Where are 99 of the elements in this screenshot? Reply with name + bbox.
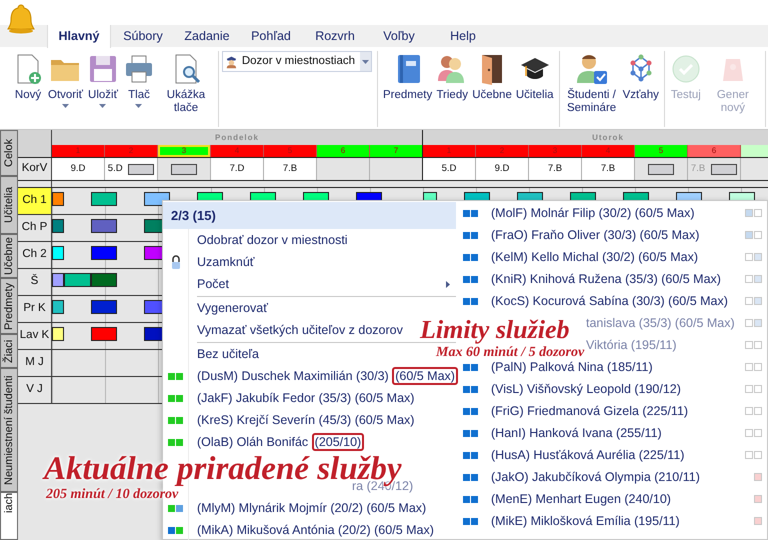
- period-cell[interactable]: 3: [158, 145, 211, 157]
- class-label: 7.B: [600, 162, 616, 176]
- day-heading: Utorok: [423, 130, 768, 145]
- menu-item[interactable]: (VisL) Višňovský Leopold (190/12): [479, 380, 681, 398]
- ribbon-button[interactable]: Vzťahy: [620, 51, 661, 102]
- side-tab[interactable]: Neumiestnení študenti: [0, 368, 18, 492]
- lesson-block[interactable]: [91, 192, 117, 206]
- submenu-arrow-icon: [446, 280, 450, 288]
- side-tab[interactable]: Učitelia: [0, 176, 18, 234]
- menu-item[interactable]: (FraO) Fraňo Oliver (30/3) (60/5 Max): [479, 226, 700, 244]
- menu-item[interactable]: (KocS) Kocurová Sabína (30/3) (60/5 Max): [479, 292, 728, 310]
- empty-slot: [171, 164, 197, 174]
- class-label: 9.D: [70, 162, 86, 176]
- menu-item[interactable]: Vygenerovať: [189, 298, 268, 318]
- ribbon-button[interactable]: Učebne: [470, 51, 514, 102]
- class-label: 7.B: [282, 162, 298, 176]
- class-label: 5.D: [442, 162, 456, 176]
- menu-item[interactable]: (DusM) Duschek Maximilián (30/3) (60/5 Max): [189, 366, 458, 386]
- annotation-note: Max 60 minút / 5 dozorov: [436, 346, 584, 360]
- ribbon-button[interactable]: Študenti / Semináre: [562, 51, 621, 115]
- menu-item[interactable]: (HusA) Husťáková Aurélia (225/11): [479, 446, 684, 464]
- ribbon-tab[interactable]: Rozvrh: [303, 25, 367, 47]
- side-tab[interactable]: Žiaci: [0, 334, 18, 368]
- lesson-block[interactable]: [52, 327, 64, 341]
- row-label[interactable]: V J: [18, 377, 52, 404]
- caret-icon: [62, 104, 69, 108]
- side-tab[interactable]: Učebne: [0, 234, 18, 278]
- caret-icon: [135, 104, 142, 108]
- menu-item[interactable]: (MolF) Molnár Filip (30/2) (60/5 Max): [479, 204, 695, 222]
- empty-slot: [711, 164, 738, 174]
- menu-header: 2/3 (15): [163, 202, 456, 229]
- row-label[interactable]: M J: [18, 350, 52, 377]
- day-heading: Pondelok: [52, 130, 423, 145]
- menu-item[interactable]: (HanI) Hanková Ivana (255/11): [479, 424, 662, 442]
- ribbon-tab[interactable]: Voľby: [367, 25, 431, 47]
- class-label: 7.D: [230, 162, 244, 176]
- menu-item[interactable]: (JakO) Jakubčíková Olympia (210/11): [479, 468, 700, 486]
- side-tab[interactable]: Predmety: [0, 278, 18, 334]
- side-tab[interactable]: Celok: [0, 130, 18, 176]
- caret-icon: [99, 104, 106, 108]
- menu-item[interactable]: Uzamknúť: [189, 252, 254, 272]
- menu-item[interactable]: (MenE) Menhart Eugen (240/10): [479, 490, 671, 508]
- menu-item[interactable]: (KelM) Kello Michal (30/2) (60/5 Max): [479, 248, 698, 266]
- ribbon-button[interactable]: Nový: [10, 51, 46, 102]
- ribbon-button[interactable]: Triedy: [434, 51, 470, 102]
- class-label: 5.D: [108, 162, 123, 176]
- menu-item[interactable]: Vymazať všetkých učiteľov z dozorov: [189, 320, 403, 340]
- ribbon-button[interactable]: Učitelia: [514, 51, 556, 102]
- ribbon-tab[interactable]: Súbory: [111, 25, 175, 47]
- menu-item[interactable]: Odobrať dozor v miestnosti: [189, 230, 348, 250]
- caret-icon: [362, 60, 369, 64]
- lesson-block[interactable]: [52, 300, 64, 314]
- student-with-checkbox-icon: [576, 53, 608, 85]
- ribbon-tab[interactable]: Zadanie: [175, 25, 239, 47]
- period-cell[interactable]: 6: [317, 145, 370, 157]
- menu-item[interactable]: Počet: [189, 274, 229, 294]
- menu-item[interactable]: Viktória (195/11): [586, 336, 677, 354]
- lesson-block[interactable]: [52, 246, 64, 260]
- class-label: 7.B: [690, 162, 706, 176]
- row-label[interactable]: Ch 1: [18, 188, 52, 215]
- menu-item[interactable]: (MikA) Mikušová Antónia (20/2) (60/5 Max): [189, 520, 434, 540]
- circled-text: (60/5 Max): [392, 366, 458, 385]
- guard-icon: [226, 54, 237, 70]
- lesson-block[interactable]: [52, 273, 64, 287]
- class-label: 9.D: [494, 162, 510, 176]
- menu-item[interactable]: (KniR) Knihová Ružena (35/3) (60/5 Max): [479, 270, 721, 288]
- bell-logo-icon[interactable]: [7, 4, 35, 34]
- annotation-note: 205 minút / 10 dozorov: [46, 488, 178, 502]
- side-tab[interactable]: iach: [0, 492, 18, 540]
- ribbon-tab[interactable]: Pohľad: [239, 25, 303, 47]
- period-cell[interactable]: 5: [635, 145, 688, 157]
- lesson-block[interactable]: [64, 273, 91, 287]
- ribbon-button[interactable]: Tlač: [120, 51, 157, 108]
- ribbon-button[interactable]: Ukážka tlače: [156, 51, 215, 115]
- header-corner: [18, 145, 52, 157]
- check-badge-icon: [670, 53, 702, 85]
- lesson-block[interactable]: [52, 192, 64, 206]
- annotation-title: Limity služieb: [420, 317, 570, 343]
- empty-slot: [648, 164, 674, 174]
- empty-slot: [128, 164, 154, 174]
- ribbon-button[interactable]: Predmety: [380, 51, 434, 102]
- menu-item[interactable]: (PalN) Palková Nina (185/11): [479, 358, 653, 376]
- ribbon-tab[interactable]: Hlavný: [47, 25, 111, 48]
- menu-item[interactable]: (FriG) Friedmanová Gizela (225/11): [479, 402, 688, 420]
- ribbon-button[interactable]: Otvoriť: [46, 51, 85, 108]
- menu-item[interactable]: (OlaB) Oláh Bonifác (205/10): [189, 432, 364, 452]
- menu-item[interactable]: (KreS) Krejčí Severín (45/3) (60/5 Max): [189, 410, 414, 430]
- menu-item[interactable]: (JakF) Jakubík Fedor (35/3) (60/5 Max): [189, 388, 414, 408]
- menu-item[interactable]: (MikE) Miklošková Emília (195/11): [479, 512, 680, 530]
- view-dropdown[interactable]: Dozor v miestnostiach: [222, 51, 372, 72]
- ribbon-tab[interactable]: Help: [431, 25, 495, 47]
- class-label: 7.B: [548, 162, 562, 176]
- menu-item[interactable]: tanislava (35/3) (60/5 Max): [586, 314, 735, 332]
- ribbon-button[interactable]: Uložiť: [84, 51, 121, 108]
- padlock-icon: [170, 255, 180, 269]
- period-cell[interactable]: 7: [370, 145, 423, 157]
- circled-text: (205/10): [312, 432, 364, 451]
- menu-item[interactable]: (MlyM) Mlynárik Mojmír (20/2) (60/5 Max): [189, 498, 426, 518]
- menu-item[interactable]: Bez učiteľa: [189, 344, 260, 364]
